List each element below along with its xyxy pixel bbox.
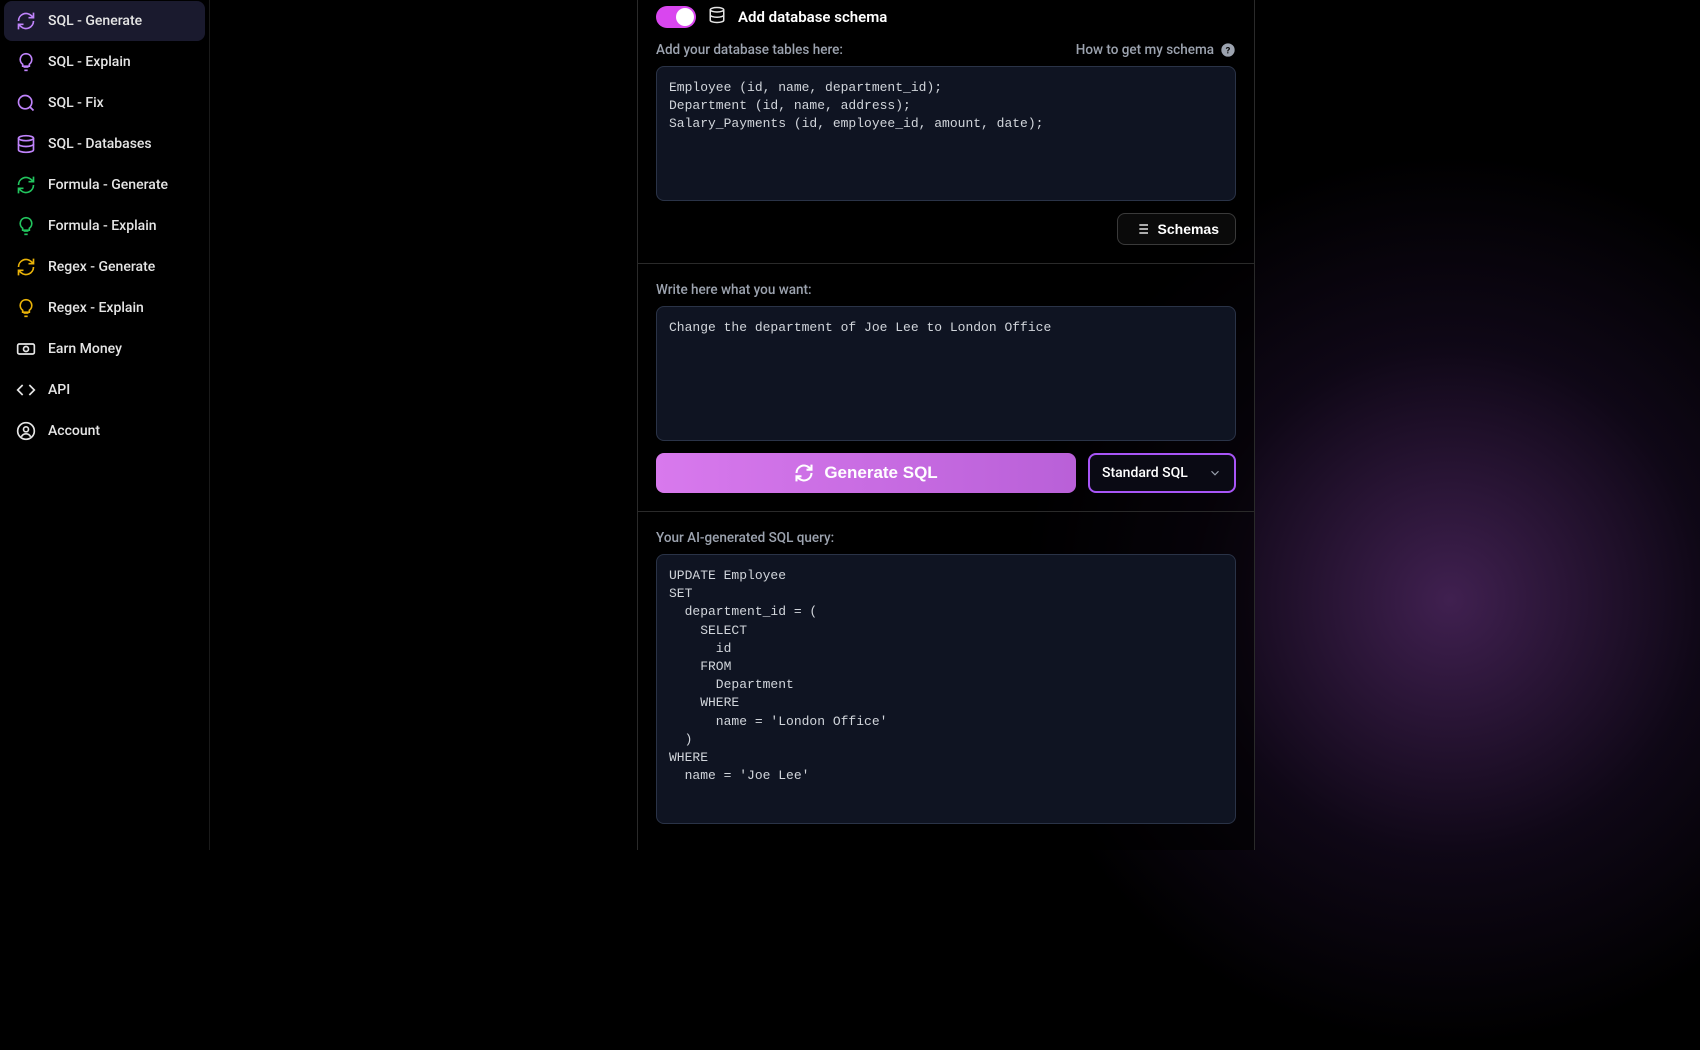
code-icon xyxy=(16,380,36,400)
sidebar-item-label: Regex - Explain xyxy=(48,300,144,316)
sidebar-item-sql-explain[interactable]: SQL - Explain xyxy=(4,42,205,82)
sidebar-item-sql-fix[interactable]: SQL - Fix xyxy=(4,83,205,123)
search-icon xyxy=(16,93,36,113)
schema-help-text: How to get my schema xyxy=(1076,42,1214,58)
sidebar-item-formula-explain[interactable]: Formula - Explain xyxy=(4,206,205,246)
database-icon xyxy=(16,134,36,154)
svg-text:?: ? xyxy=(1226,45,1231,56)
list-icon xyxy=(1134,221,1150,237)
sidebar-item-sql-generate[interactable]: SQL - Generate xyxy=(4,1,205,41)
generate-button-label: Generate SQL xyxy=(824,463,937,483)
database-icon xyxy=(708,6,726,28)
schema-help-link[interactable]: How to get my schema ? xyxy=(1076,42,1236,58)
tables-label: Add your database tables here: xyxy=(656,42,843,58)
schema-toggle-label: Add database schema xyxy=(738,8,887,26)
sidebar-item-label: Formula - Generate xyxy=(48,177,168,193)
generate-button[interactable]: Generate SQL xyxy=(656,453,1076,493)
sidebar-item-label: API xyxy=(48,382,70,398)
schema-label-row: Add your database tables here: How to ge… xyxy=(638,42,1254,66)
dialect-value: Standard SQL xyxy=(1102,465,1188,481)
sidebar-item-label: Regex - Generate xyxy=(48,259,155,275)
sidebar-item-label: Formula - Explain xyxy=(48,218,157,234)
bulb-icon xyxy=(16,52,36,72)
sidebar-item-label: SQL - Generate xyxy=(48,13,142,29)
help-icon: ? xyxy=(1220,42,1236,58)
sidebar-item-account[interactable]: Account xyxy=(4,411,205,451)
sidebar-item-earn-money[interactable]: Earn Money xyxy=(4,329,205,369)
sidebar-item-label: Earn Money xyxy=(48,341,122,357)
schema-header: Add database schema xyxy=(638,0,1254,42)
sidebar-item-label: SQL - Databases xyxy=(48,136,152,152)
main-panel: Add database schema Add your database ta… xyxy=(637,0,1255,850)
output-box[interactable]: UPDATE Employee SET department_id = ( SE… xyxy=(656,554,1236,824)
sidebar-item-label: SQL - Fix xyxy=(48,95,104,111)
sidebar-item-label: SQL - Explain xyxy=(48,54,131,70)
bulb-icon xyxy=(16,298,36,318)
refresh-icon xyxy=(16,11,36,31)
sidebar-item-regex-generate[interactable]: Regex - Generate xyxy=(4,247,205,287)
prompt-textarea[interactable]: Change the department of Joe Lee to Lond… xyxy=(656,306,1236,441)
output-label-row: Your AI-generated SQL query: xyxy=(638,530,1254,554)
schemas-button[interactable]: Schemas xyxy=(1117,213,1236,245)
prompt-label-row: Write here what you want: xyxy=(638,282,1254,306)
bulb-icon xyxy=(16,216,36,236)
sidebar-item-formula-generate[interactable]: Formula - Generate xyxy=(4,165,205,205)
schemas-row: Schemas xyxy=(638,201,1254,263)
schema-textarea[interactable]: Employee (id, name, department_id); Depa… xyxy=(656,66,1236,201)
prompt-label: Write here what you want: xyxy=(656,282,812,298)
refresh-icon xyxy=(16,257,36,277)
output-label: Your AI-generated SQL query: xyxy=(656,530,834,546)
sidebar-item-api[interactable]: API xyxy=(4,370,205,410)
refresh-icon xyxy=(16,175,36,195)
sidebar-item-label: Account xyxy=(48,423,100,439)
action-row: Generate SQL Standard SQL xyxy=(638,441,1254,511)
refresh-icon xyxy=(794,463,814,483)
money-icon xyxy=(16,339,36,359)
schemas-button-label: Schemas xyxy=(1158,221,1219,237)
sidebar-item-regex-explain[interactable]: Regex - Explain xyxy=(4,288,205,328)
user-icon xyxy=(16,421,36,441)
sidebar-item-sql-databases[interactable]: SQL - Databases xyxy=(4,124,205,164)
sidebar: SQL - Generate SQL - Explain SQL - Fix SQL … xyxy=(0,0,210,850)
chevron-down-icon xyxy=(1208,466,1222,480)
schema-toggle[interactable] xyxy=(656,6,696,28)
dialect-select[interactable]: Standard SQL xyxy=(1088,453,1236,493)
